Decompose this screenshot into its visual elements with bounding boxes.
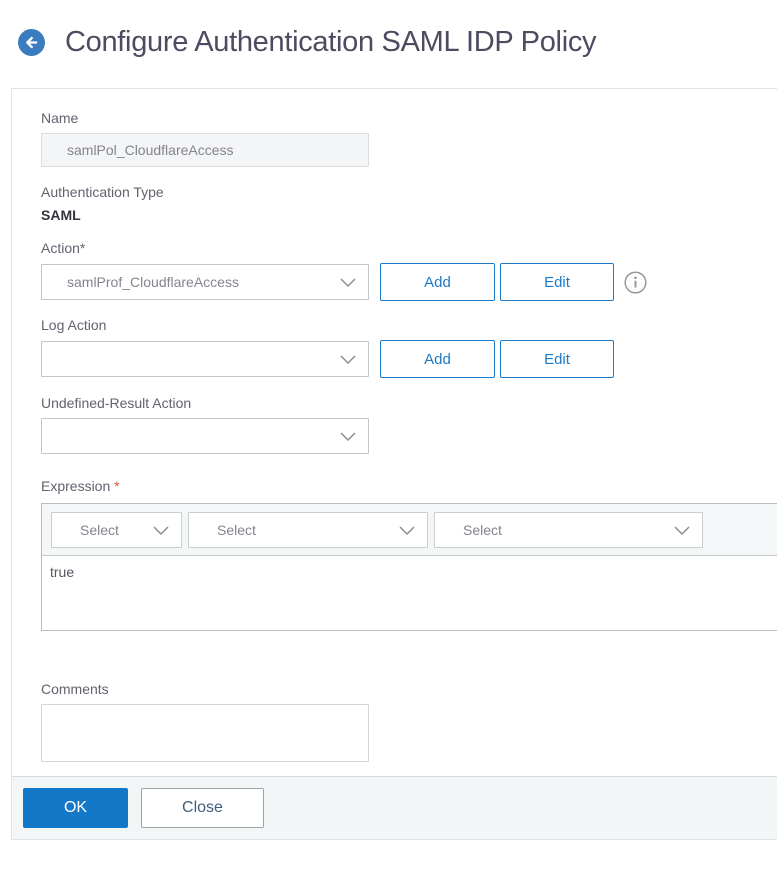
expression-select-1[interactable]: Select — [51, 512, 182, 548]
ok-button[interactable]: OK — [23, 788, 128, 828]
info-icon[interactable] — [624, 270, 647, 294]
expression-toolbar: Select Select Select — [42, 504, 777, 556]
chevron-down-icon — [340, 355, 356, 364]
form-panel: Name samlPol_CloudflareAccess Authentica… — [11, 88, 777, 840]
name-input[interactable]: samlPol_CloudflareAccess — [41, 133, 369, 167]
expression-select-2[interactable]: Select — [188, 512, 428, 548]
action-select[interactable]: samlProf_CloudflareAccess — [41, 264, 369, 300]
chevron-down-icon — [153, 526, 169, 535]
action-label: Action* — [41, 240, 86, 256]
footer-bar: OK Close — [12, 776, 777, 839]
undefined-result-action-label: Undefined-Result Action — [41, 395, 192, 411]
log-action-add-button[interactable]: Add — [380, 340, 495, 378]
expression-select-3[interactable]: Select — [434, 512, 703, 548]
chevron-down-icon — [674, 526, 690, 535]
undefined-result-action-select[interactable] — [41, 418, 369, 454]
name-input-value: samlPol_CloudflareAccess — [67, 142, 234, 158]
close-button[interactable]: Close — [141, 788, 264, 828]
action-row: samlProf_CloudflareAccess Add Edit — [41, 263, 748, 301]
comments-label: Comments — [41, 681, 109, 697]
chevron-down-icon — [399, 526, 415, 535]
name-label: Name — [41, 110, 79, 126]
action-select-value: samlProf_CloudflareAccess — [67, 274, 239, 290]
chevron-down-icon — [340, 432, 356, 441]
chevron-down-icon — [340, 278, 356, 287]
page-title: Configure Authentication SAML IDP Policy — [65, 26, 597, 58]
action-add-button[interactable]: Add — [380, 263, 495, 301]
comments-input[interactable] — [41, 704, 369, 762]
expression-editor: Select Select Select true — [41, 503, 777, 631]
required-asterisk: * — [114, 478, 120, 494]
back-icon[interactable] — [18, 29, 45, 56]
expression-input[interactable]: true — [42, 556, 777, 630]
form-body: Name samlPol_CloudflareAccess Authentica… — [12, 89, 777, 776]
undefined-result-action-row — [41, 418, 748, 454]
authentication-type-value: SAML — [41, 207, 81, 223]
expression-value: true — [50, 564, 75, 580]
log-action-select[interactable] — [41, 341, 369, 377]
expression-label: Expression * — [41, 478, 120, 494]
configure-saml-idp-policy-page: Configure Authentication SAML IDP Policy… — [0, 0, 777, 840]
authentication-type-label: Authentication Type — [41, 184, 164, 200]
log-action-label: Log Action — [41, 317, 107, 333]
log-action-row: Add Edit — [41, 340, 748, 378]
page-header: Configure Authentication SAML IDP Policy — [0, 0, 777, 59]
action-edit-button[interactable]: Edit — [500, 263, 614, 301]
log-action-edit-button[interactable]: Edit — [500, 340, 614, 378]
